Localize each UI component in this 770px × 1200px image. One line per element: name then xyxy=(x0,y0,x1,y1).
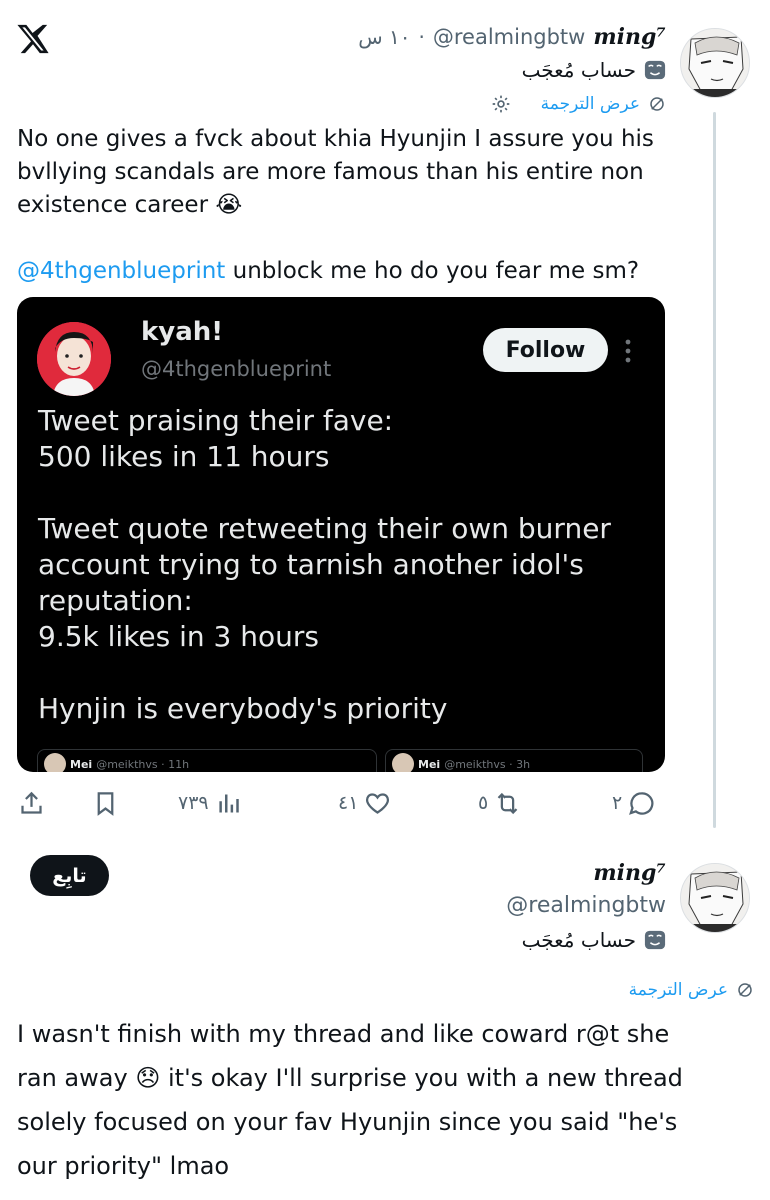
tweet1-account-label-row: حساب مُعجَب xyxy=(522,58,666,82)
like-button[interactable]: ٤١ xyxy=(338,788,391,818)
views-button[interactable]: ٧٣٩ xyxy=(178,788,242,818)
reply-icon xyxy=(629,791,654,815)
mini-name: Mei xyxy=(418,757,441,771)
share-button[interactable] xyxy=(18,788,45,818)
embedded-name: kyah! xyxy=(141,317,224,347)
tweet2-handle[interactable]: @realmingbtw xyxy=(506,893,666,918)
author-avatar[interactable] xyxy=(680,28,750,98)
tweet1-time[interactable]: ١٠ س xyxy=(358,25,410,49)
mask-icon xyxy=(644,930,666,950)
embedded-quoted-right: Mei @meikthvs · 3h xyxy=(385,749,643,772)
tweet1-account-label: حساب مُعجَب xyxy=(521,58,636,82)
mini-name: Mei xyxy=(70,757,93,771)
tweet1-line: unblock me ho do you fear me sm? xyxy=(225,258,640,284)
embedded-line: Hynjin is everybody's priority xyxy=(38,692,448,725)
tweet2-translate-row: عرض الترجمة xyxy=(629,980,754,1000)
mini-avatar xyxy=(392,753,414,772)
more-vertical-icon xyxy=(625,339,631,363)
tweet1-display-name[interactable]: ming⁷ xyxy=(593,24,666,50)
mask-icon xyxy=(644,60,666,80)
embedded-line: 500 likes in 11 hours xyxy=(38,440,330,473)
tweet2-account-label: حساب مُعجَب xyxy=(521,928,636,952)
translate-icon xyxy=(650,97,664,111)
like-count: ٤١ xyxy=(338,792,359,814)
embedded-handle: @4thgenblueprint xyxy=(141,357,332,381)
embedded-line: Tweet quote retweeting their own burner xyxy=(38,512,611,545)
embedded-line: Tweet praising their fave: xyxy=(38,404,394,437)
embedded-avatar xyxy=(37,322,111,396)
tweet1-line: No one gives a fvck about khia Hyunjin I… xyxy=(17,126,654,152)
tweet2-line: our priority" lmao xyxy=(17,1152,230,1180)
tweet1-handle[interactable]: @realmingbtw xyxy=(433,25,585,49)
mini-meta: @meikthvs · 3h xyxy=(444,757,531,771)
tweet2-line: it's okay I'll surprise you with a new t… xyxy=(167,1064,683,1092)
tweet2-line: I wasn't finish with my thread and like … xyxy=(17,1020,670,1048)
translate-icon xyxy=(738,983,752,997)
embedded-text: Tweet praising their fave: 500 likes in … xyxy=(38,403,648,727)
embedded-tweet-image[interactable]: kyah! @4thgenblueprint Follow Tweet prai… xyxy=(17,297,665,772)
tweet1-translate-row: عرض الترجمة xyxy=(491,94,666,114)
reply-button[interactable]: ٢ xyxy=(612,788,655,818)
tweet2-text: I wasn't finish with my thread and like … xyxy=(17,1012,757,1188)
tweet1-translate-link[interactable]: عرض الترجمة xyxy=(541,94,640,114)
retweet-count: ٥ xyxy=(478,792,489,814)
mention-link[interactable]: @4thgenblueprint xyxy=(17,258,225,284)
share-icon xyxy=(21,791,42,814)
tweet1-line: bvllying scandals are more famous than h… xyxy=(17,159,644,185)
mini-avatar xyxy=(44,753,66,772)
views-icon xyxy=(219,794,239,812)
disappointed-emoji: 😞 xyxy=(135,1064,161,1092)
tweet1-header: ١٠ س · @realmingbtw ming⁷ xyxy=(358,24,666,50)
tweet2-translate-link[interactable]: عرض الترجمة xyxy=(629,980,728,1000)
embedded-line: account trying to tarnish another idol's xyxy=(38,548,584,581)
gear-icon[interactable] xyxy=(491,94,511,114)
tweet2-line: solely focused on your fav Hyunjin since… xyxy=(17,1108,678,1136)
reply-count: ٢ xyxy=(612,792,623,814)
tweet1-text: No one gives a fvck about khia Hyunjin I… xyxy=(17,123,697,288)
thread-connector xyxy=(713,112,716,828)
tweet2-display-name[interactable]: ming⁷ xyxy=(593,860,666,886)
embedded-line: reputation: xyxy=(38,584,193,617)
embedded-line: 9.5k likes in 3 hours xyxy=(38,620,319,653)
x-logo-icon[interactable] xyxy=(16,22,50,56)
views-count: ٧٣٩ xyxy=(178,792,209,814)
retweet-icon xyxy=(497,792,518,814)
author-avatar[interactable] xyxy=(680,863,750,933)
bookmark-button[interactable] xyxy=(92,788,119,818)
embedded-quoted-left: Mei @meikthvs · 11h xyxy=(37,749,377,772)
crying-emoji: 😭 xyxy=(215,192,243,218)
heart-icon xyxy=(366,792,390,814)
follow-button[interactable]: تابِع xyxy=(30,855,109,896)
bookmark-icon xyxy=(97,791,114,816)
retweet-button[interactable]: ٥ xyxy=(478,788,521,818)
tweet2-line: ran away xyxy=(17,1064,128,1092)
tweet2-account-label-row: حساب مُعجَب xyxy=(522,928,666,952)
embedded-follow-button: Follow xyxy=(483,328,608,372)
tweet1-line: existence career xyxy=(17,192,209,218)
mini-meta: @meikthvs · 11h xyxy=(96,757,190,771)
